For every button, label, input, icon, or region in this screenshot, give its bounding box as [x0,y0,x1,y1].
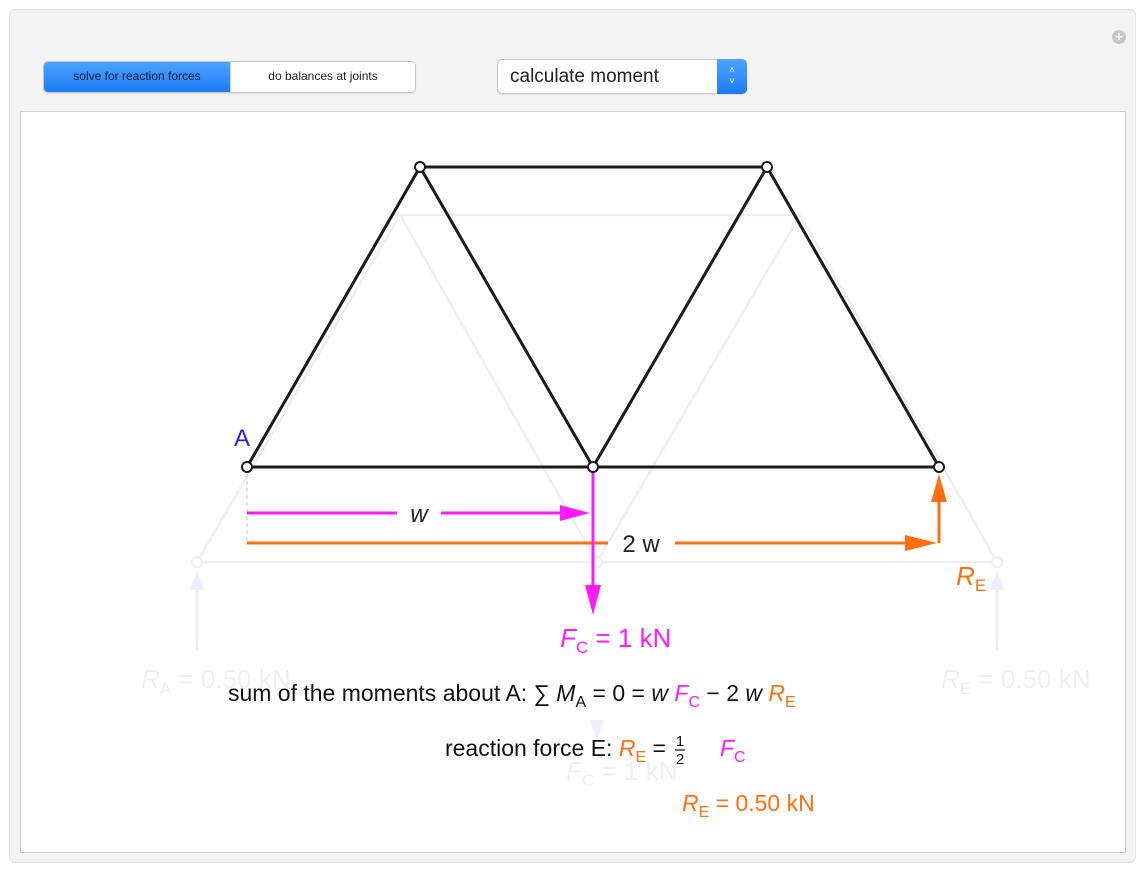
2w-label: 2 w [622,531,660,558]
ghost-member [595,214,802,563]
ghost-node [190,555,204,569]
reaction-result: RE = 0.50 kN [650,790,834,821]
ghost-member [798,214,999,563]
truss-members [245,165,941,469]
re-label: RE [920,561,1008,597]
node-A-label: A [234,425,250,452]
re-arrowhead [931,474,947,502]
ghost-re-label: RE = 0.50 kN [905,664,1112,698]
node-C [587,461,599,473]
fc-label: FC = 1 kN [524,623,693,657]
node-E [933,461,945,473]
node-A [241,461,253,473]
fc-arrowhead [585,585,601,615]
fraction-denominator: 2 [676,751,684,768]
ghost-ra-arrowhead [190,570,204,590]
node-D [761,161,773,173]
half-fraction: 1 2 [675,733,685,768]
ghost-fc-label: FC = 1 kN [530,756,699,790]
ghost-member [195,214,402,563]
fraction-numerator: 1 [676,733,684,750]
2w-dimension-arrowhead [905,535,937,551]
reaction-equation-fc: FC [688,735,765,767]
truss-diagram: RA = 0.50 kN RE = 0.50 kN FC = 1 kN w 2 … [141,161,1112,821]
moment-equation: sum of the moments about A: ∑ MA = 0 = w… [196,680,815,712]
w-dimension-arrowhead [560,505,590,521]
member-AB [245,166,422,468]
w-label: w [410,501,429,528]
ghost-node [990,555,1004,569]
node-B [414,161,426,173]
truss-nodes [241,161,945,473]
member-BC [418,166,595,468]
member-DE [765,166,941,468]
